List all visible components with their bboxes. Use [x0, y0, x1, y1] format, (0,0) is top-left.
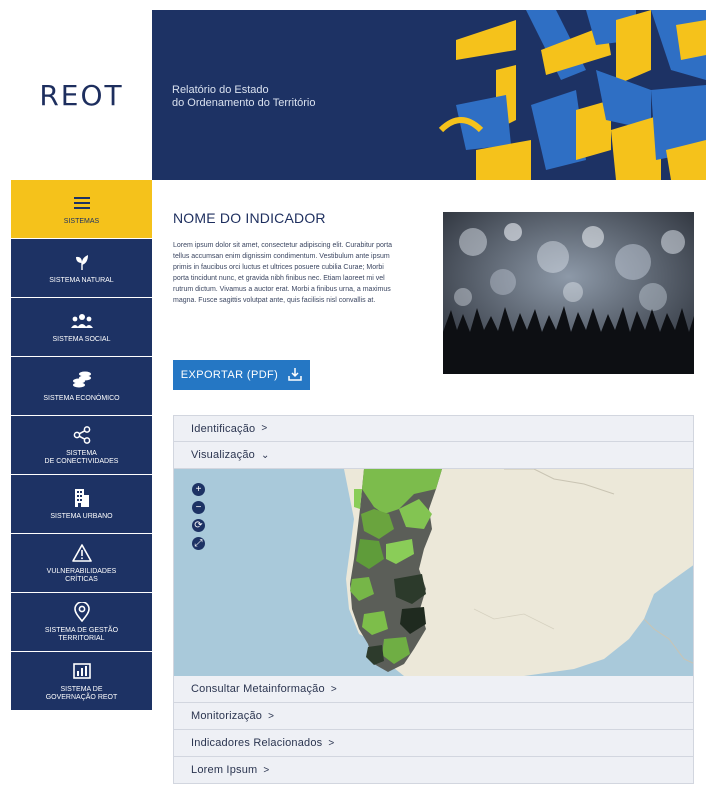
accordion-label: Identificação — [191, 422, 256, 435]
zoom-in-button[interactable]: + — [192, 483, 205, 496]
coins-icon — [69, 369, 95, 391]
label-line: CRÍTICAS — [65, 576, 98, 583]
sidebar-item-label: SISTEMA DE CONECTIVIDADES — [45, 450, 119, 466]
download-icon — [288, 367, 302, 384]
sidebar-item-label: SISTEMAS — [63, 218, 100, 225]
indicator-description: Lorem ipsum dolor sit amet, consectetur … — [173, 242, 393, 304]
indicator-map[interactable]: + − ⟳ ⤢ — [173, 469, 694, 676]
sidebar-item-gestao-territorial[interactable]: SISTEMA DE GESTÃO TERRITORIAL — [11, 593, 152, 652]
logo[interactable]: REOT — [11, 10, 152, 180]
sidebar-item-sistema-economico[interactable]: SISTEMA ECONÓMICO — [11, 357, 152, 416]
accordion-label: Lorem Ipsum — [191, 764, 258, 776]
label-line: DE CONECTIVIDADES — [44, 458, 119, 465]
label-line: TERRITORIAL — [58, 635, 105, 642]
chevron-down-icon: ⌄ — [260, 449, 270, 461]
zoom-out-button[interactable]: − — [192, 501, 205, 514]
accordion-label: Consultar Metainformação — [191, 683, 325, 695]
label-line: SISTEMA DE GESTÃO — [44, 627, 119, 634]
accordion-visualizacao[interactable]: Visualização ⌄ — [173, 442, 694, 469]
site-subtitle-line1: Relatório do Estado — [172, 84, 269, 96]
accordion-monitorizacao[interactable]: Monitorização > — [173, 703, 694, 730]
sidebar-item-sistema-conectividades[interactable]: SISTEMA DE CONECTIVIDADES — [11, 416, 152, 475]
sidebar-item-label: SISTEMA URBANO — [50, 513, 113, 520]
sidebar-item-label: SISTEMA SOCIAL — [52, 336, 111, 343]
warning-icon — [69, 542, 95, 564]
sidebar-item-label: SISTEMA DE GOVERNAÇÃO REOT — [46, 686, 118, 702]
accordion-identificacao[interactable]: Identificação > — [173, 415, 694, 442]
indicator-image — [443, 212, 694, 374]
people-icon — [69, 310, 95, 332]
building-icon — [69, 487, 95, 509]
site-subtitle: Relatório do Estado do Ordenamento do Te… — [172, 84, 316, 110]
chevron-right-icon: > — [263, 764, 270, 776]
site-subtitle-line2: do Ordenamento do Território — [172, 97, 316, 109]
sidebar-item-label: SISTEMA DE GESTÃO TERRITORIAL — [45, 627, 118, 643]
sidebar-item-governacao[interactable]: SISTEMA DE GOVERNAÇÃO REOT — [11, 652, 152, 711]
label-line: SISTEMA — [66, 450, 97, 457]
chevron-right-icon: > — [330, 683, 337, 695]
leaf-icon — [69, 251, 95, 273]
location-pin-icon — [69, 601, 95, 623]
page-title: NOME DO INDICADOR — [173, 210, 326, 226]
share-icon — [69, 424, 95, 446]
accordion-indicadores-relacionados[interactable]: Indicadores Relacionados > — [173, 730, 694, 757]
menu-icon — [69, 192, 95, 214]
accordion-label: Indicadores Relacionados — [191, 737, 323, 749]
accordion-lorem-ipsum[interactable]: Lorem Ipsum > — [173, 757, 694, 784]
page: REOT Relatório do Estado do Ordenamento … — [11, 10, 706, 790]
logo-text: REOT — [39, 78, 124, 112]
sidebar-item-label: SISTEMA NATURAL — [49, 277, 114, 284]
sidebar-item-sistema-social[interactable]: SISTEMA SOCIAL — [11, 298, 152, 357]
map-canvas — [174, 469, 693, 676]
sidebar: SISTEMAS SISTEMA NATURAL SISTEMA SOCIAL … — [11, 180, 152, 711]
accordion-label: Monitorização — [191, 710, 263, 722]
label-line: GOVERNAÇÃO REOT — [45, 694, 118, 701]
sidebar-item-label: VULNERABILIDADES CRÍTICAS — [47, 568, 117, 584]
sidebar-item-vulnerabilidades[interactable]: VULNERABILIDADES CRÍTICAS — [11, 534, 152, 593]
chevron-right-icon: > — [328, 737, 335, 749]
bar-chart-icon — [69, 660, 95, 682]
sidebar-item-sistema-natural[interactable]: SISTEMA NATURAL — [11, 239, 152, 298]
banner-graphic — [436, 10, 706, 180]
reset-view-button[interactable]: ⟳ — [192, 519, 205, 532]
chevron-right-icon: > — [261, 423, 268, 434]
label-line: VULNERABILIDADES — [46, 568, 117, 575]
sidebar-item-label: SISTEMA ECONÓMICO — [43, 395, 120, 402]
sidebar-item-sistema-urbano[interactable]: SISTEMA URBANO — [11, 475, 152, 534]
chevron-right-icon: > — [268, 710, 275, 722]
fullscreen-button[interactable]: ⤢ — [192, 537, 205, 550]
export-pdf-button[interactable]: EXPORTAR (PDF) — [173, 360, 310, 390]
accordion-metainformacao[interactable]: Consultar Metainformação > — [173, 676, 694, 703]
sidebar-item-sistemas[interactable]: SISTEMAS — [11, 180, 152, 239]
header-banner: Relatório do Estado do Ordenamento do Te… — [152, 10, 706, 180]
indicator-accordion: Identificação > Visualização ⌄ + − ⟳ ⤢ C… — [173, 415, 694, 784]
label-line: SISTEMA DE — [60, 686, 103, 693]
accordion-label: Visualização — [191, 449, 255, 461]
export-button-label: EXPORTAR (PDF) — [180, 369, 279, 381]
